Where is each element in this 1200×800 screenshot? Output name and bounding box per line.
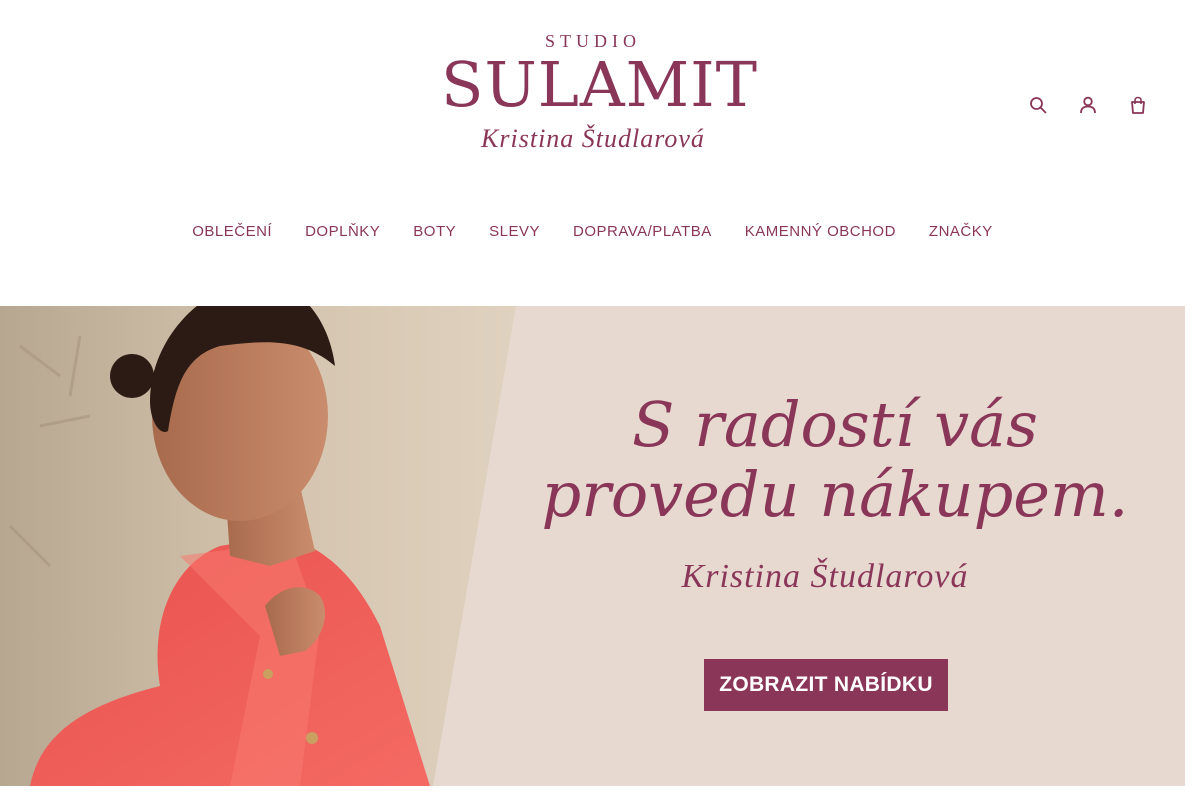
user-icon[interactable] — [1078, 94, 1098, 116]
hero-headline: S radostí vás provedu nákupem. — [540, 390, 1130, 530]
nav-item-kamenny-obchod[interactable]: KAMENNÝ OBCHOD — [745, 219, 896, 245]
main-navigation: OBLEČENÍ DOPLŇKY BOTY SLEVY DOPRAVA/PLAT… — [0, 219, 1185, 245]
search-icon[interactable] — [1028, 94, 1048, 116]
nav-item-obleceni[interactable]: OBLEČENÍ — [192, 219, 272, 245]
nav-item-doplnky[interactable]: DOPLŇKY — [305, 219, 380, 245]
site-header: STUDIO SULAMIT Kristina Študlarová — [0, 0, 1200, 200]
logo-signature-text: Kristina Študlarová — [481, 124, 705, 153]
nav-item-doprava-platba[interactable]: DOPRAVA/PLATBA — [573, 219, 712, 245]
hero-headline-line2: provedu nákupem. — [541, 458, 1129, 531]
hero-signature: Kristina Študlarová — [681, 558, 969, 595]
nav-item-slevy[interactable]: SLEVY — [489, 219, 540, 245]
show-offer-button[interactable]: ZOBRAZIT NABÍDKU — [704, 659, 948, 711]
header-icons — [1028, 94, 1148, 116]
nav-item-znacky[interactable]: ZNAČKY — [929, 219, 993, 245]
cart-icon[interactable] — [1128, 94, 1148, 116]
nav-item-boty[interactable]: BOTY — [413, 219, 456, 245]
logo-name-text: SULAMIT — [441, 48, 758, 121]
studio-sulamit-logo[interactable]: STUDIO SULAMIT Kristina Študlarová — [441, 30, 758, 180]
hero-model-photo — [0, 306, 516, 786]
hero-headline-line1: S radostí vás — [632, 388, 1038, 461]
hero-banner: S radostí vás provedu nákupem. Kristina … — [0, 306, 1185, 786]
